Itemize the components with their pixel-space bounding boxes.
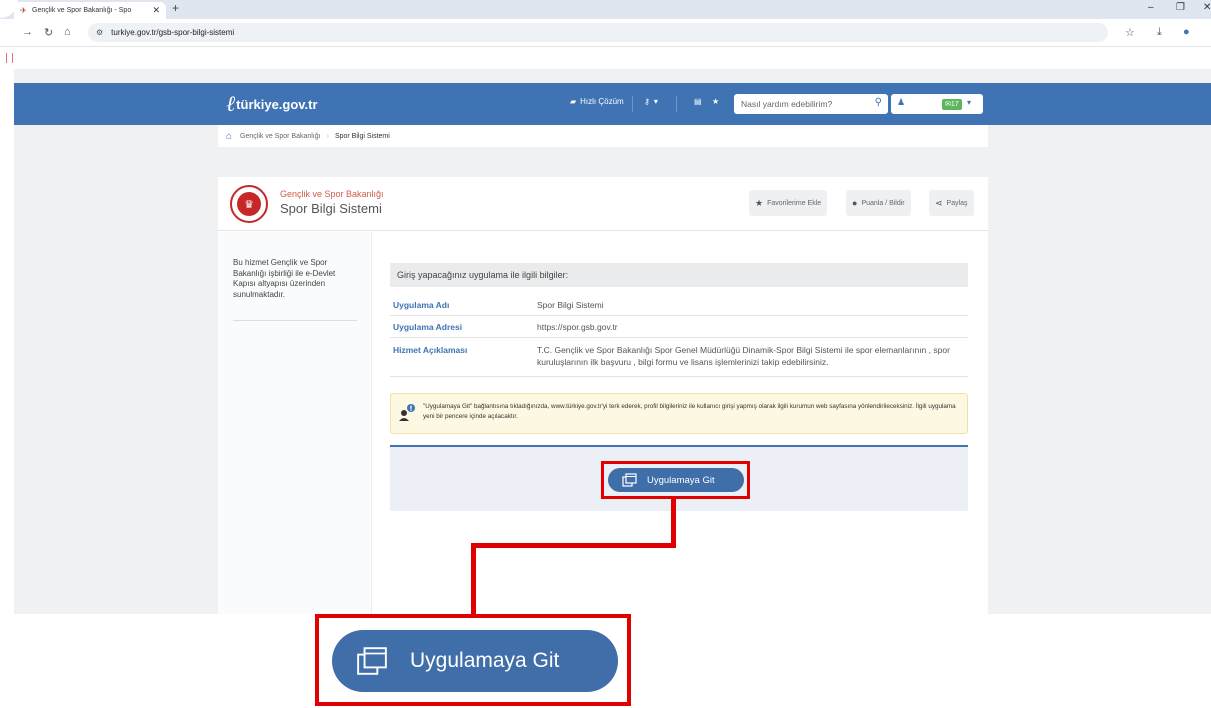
info-row-app-name: Uygulama Adı Spor Bilgi Sistemi xyxy=(390,294,968,316)
web-page: ℓ türkiye.gov.tr ▰ Hızlı Çözüm ⚷ ▾ ▤ ★ N… xyxy=(14,69,1211,614)
header-divider xyxy=(676,96,677,112)
service-header: ♛ Gençlik ve Spor Bakanlığı Spor Bilgi S… xyxy=(218,177,988,231)
bookmark-divider xyxy=(12,53,13,63)
url-field[interactable]: ⚙ turkiye.gov.tr/gsb-spor-bilgi-sistemi xyxy=(88,23,1108,42)
minimize-icon[interactable]: – xyxy=(1148,2,1154,13)
logo-swoosh-icon: ℓ xyxy=(226,92,236,117)
logo-text: türkiye.gov.tr xyxy=(236,96,318,112)
card-icon[interactable]: ▤ xyxy=(694,97,702,106)
info-row-app-address: Uygulama Adresi https://spor.gsb.gov.tr xyxy=(390,316,968,338)
sidebar-description: Bu hizmet Gençlik ve Spor Bakanlığı işbi… xyxy=(233,258,336,299)
accessibility-button[interactable]: ⚷ ▾ xyxy=(644,97,658,106)
reload-icon[interactable]: ↻ xyxy=(44,26,53,39)
quick-solution-label: Hızlı Çözüm xyxy=(580,97,624,106)
zoomed-go-to-app-label: Uygulamaya Git xyxy=(410,649,560,672)
add-favorite-label: Favorilerime Ekle xyxy=(767,199,822,207)
callout-connector xyxy=(471,543,676,548)
bookmark-bar xyxy=(0,47,1211,69)
callout-connector xyxy=(471,543,476,616)
chevron-down-icon: ▾ xyxy=(967,98,972,107)
breadcrumb-current: Spor Bilgi Sistemi xyxy=(334,132,390,140)
tab-title: Gençlik ve Spor Bakanlığı - Spo xyxy=(32,7,132,14)
go-button-panel: Uygulamaya Git xyxy=(390,445,968,511)
site-header: ℓ türkiye.gov.tr ▰ Hızlı Çözüm ⚷ ▾ ▤ ★ N… xyxy=(14,83,1211,125)
quick-solution-button[interactable]: ▰ Hızlı Çözüm xyxy=(570,97,624,106)
rate-button[interactable]: ● Puanla / Bildir xyxy=(846,190,911,216)
key-icon: ⚷ xyxy=(644,97,650,106)
seal-emblem-icon: ♛ xyxy=(237,192,261,216)
close-tab-icon[interactable]: ✕ xyxy=(152,5,160,16)
site-favicon-icon: ✈ xyxy=(20,5,27,15)
chat-icon: ▰ xyxy=(570,97,577,106)
info-section-title: Giriş yapacağınız uygulama ile ilgili bi… xyxy=(390,263,968,287)
ministry-seal-icon: ♛ xyxy=(230,185,268,223)
site-settings-icon[interactable]: ⚙ xyxy=(96,28,103,37)
screenshot-root: ✈ Gençlik ve Spor Bakanlığı - Spo ✕ + – … xyxy=(0,0,1211,708)
service-card: ♛ Gençlik ve Spor Bakanlığı Spor Bilgi S… xyxy=(218,177,988,614)
breadcrumb-separator: › xyxy=(326,132,329,140)
breadcrumb: ⌂ Gençlik ve Spor Bakanlığı › Spor Bilgi… xyxy=(218,125,988,147)
info-row-service-description: Hizmet Açıklaması T.C. Gençlik ve Spor B… xyxy=(390,338,968,377)
url-text: turkiye.gov.tr/gsb-spor-bilgi-sistemi xyxy=(111,28,235,37)
download-icon[interactable]: ⤓ xyxy=(1157,26,1162,39)
rate-label: Puanla / Bildir xyxy=(861,199,905,207)
bookmark-star-icon[interactable]: ☆ xyxy=(1125,26,1135,39)
info-value: Spor Bilgi Sistemi xyxy=(537,300,604,310)
search-input[interactable]: Nasıl yardım edebilirim? ⚲ xyxy=(734,94,888,114)
info-key: Hizmet Açıklaması xyxy=(393,345,468,355)
info-value: T.C. Gençlik ve Spor Bakanlığı Spor Gene… xyxy=(537,345,950,367)
search-icon[interactable]: ⚲ xyxy=(875,97,882,108)
profile-icon[interactable]: ● xyxy=(1183,26,1190,38)
new-tab-icon[interactable]: + xyxy=(172,1,179,15)
search-placeholder: Nasıl yardım edebilirim? xyxy=(741,99,833,109)
zoomed-callout: Uygulamaya Git xyxy=(315,614,631,706)
zoomed-go-to-app-button[interactable]: Uygulamaya Git xyxy=(332,630,618,692)
organization-name[interactable]: Gençlik ve Spor Bakanlığı xyxy=(280,189,384,199)
open-window-icon xyxy=(357,647,387,675)
header-divider xyxy=(632,96,633,112)
speech-bubble-icon: ● xyxy=(852,198,858,208)
browser-tab[interactable]: ✈ Gençlik ve Spor Bakanlığı - Spo ✕ xyxy=(14,2,166,19)
browser-tab-bar: ✈ Gençlik ve Spor Bakanlığı - Spo ✕ + – … xyxy=(0,0,1211,19)
close-window-icon[interactable]: ✕ xyxy=(1203,2,1211,13)
add-favorite-button[interactable]: ★ Favorilerime Ekle xyxy=(749,190,828,216)
home-icon[interactable]: ⌂ xyxy=(226,131,232,142)
star-icon: ★ xyxy=(755,197,764,208)
user-menu[interactable]: ♟ ✉17 ▾ xyxy=(891,94,983,114)
breadcrumb-item[interactable]: Gençlik ve Spor Bakanlığı xyxy=(240,133,321,140)
button-highlight-box xyxy=(601,461,750,499)
user-info-icon xyxy=(399,404,415,421)
redirect-notice: "Uygulamaya Git" bağlantısına tıkladığın… xyxy=(390,393,968,434)
notice-text: "Uygulamaya Git" bağlantısına tıkladığın… xyxy=(423,403,956,420)
mail-badge[interactable]: ✉17 xyxy=(942,99,962,110)
home-icon[interactable]: ⌂ xyxy=(64,26,71,38)
restore-icon[interactable]: ❐ xyxy=(1176,2,1185,13)
info-key: Uygulama Adı xyxy=(393,300,450,310)
callout-connector xyxy=(671,497,676,547)
service-title: Spor Bilgi Sistemi xyxy=(280,201,382,216)
site-logo[interactable]: ℓ türkiye.gov.tr xyxy=(226,91,318,117)
share-label: Paylaş xyxy=(946,199,968,207)
favorites-star-icon[interactable]: ★ xyxy=(712,97,719,106)
sidebar-divider xyxy=(233,320,357,321)
bookmark-divider xyxy=(6,53,7,63)
info-key: Uygulama Adresi xyxy=(393,322,463,332)
share-icon: ⋖ xyxy=(935,197,943,208)
share-button[interactable]: ⋖ Paylaş xyxy=(929,190,974,216)
user-icon: ♟ xyxy=(897,97,906,107)
info-value: https://spor.gsb.gov.tr xyxy=(537,322,618,332)
sidebar: Bu hizmet Gençlik ve Spor Bakanlığı işbi… xyxy=(218,232,372,614)
chevron-down-icon: ▾ xyxy=(653,97,658,106)
mail-count: 17 xyxy=(950,101,959,108)
forward-icon[interactable]: → xyxy=(22,26,33,38)
address-bar: → ↻ ⌂ ⚙ turkiye.gov.tr/gsb-spor-bilgi-si… xyxy=(0,19,1211,47)
